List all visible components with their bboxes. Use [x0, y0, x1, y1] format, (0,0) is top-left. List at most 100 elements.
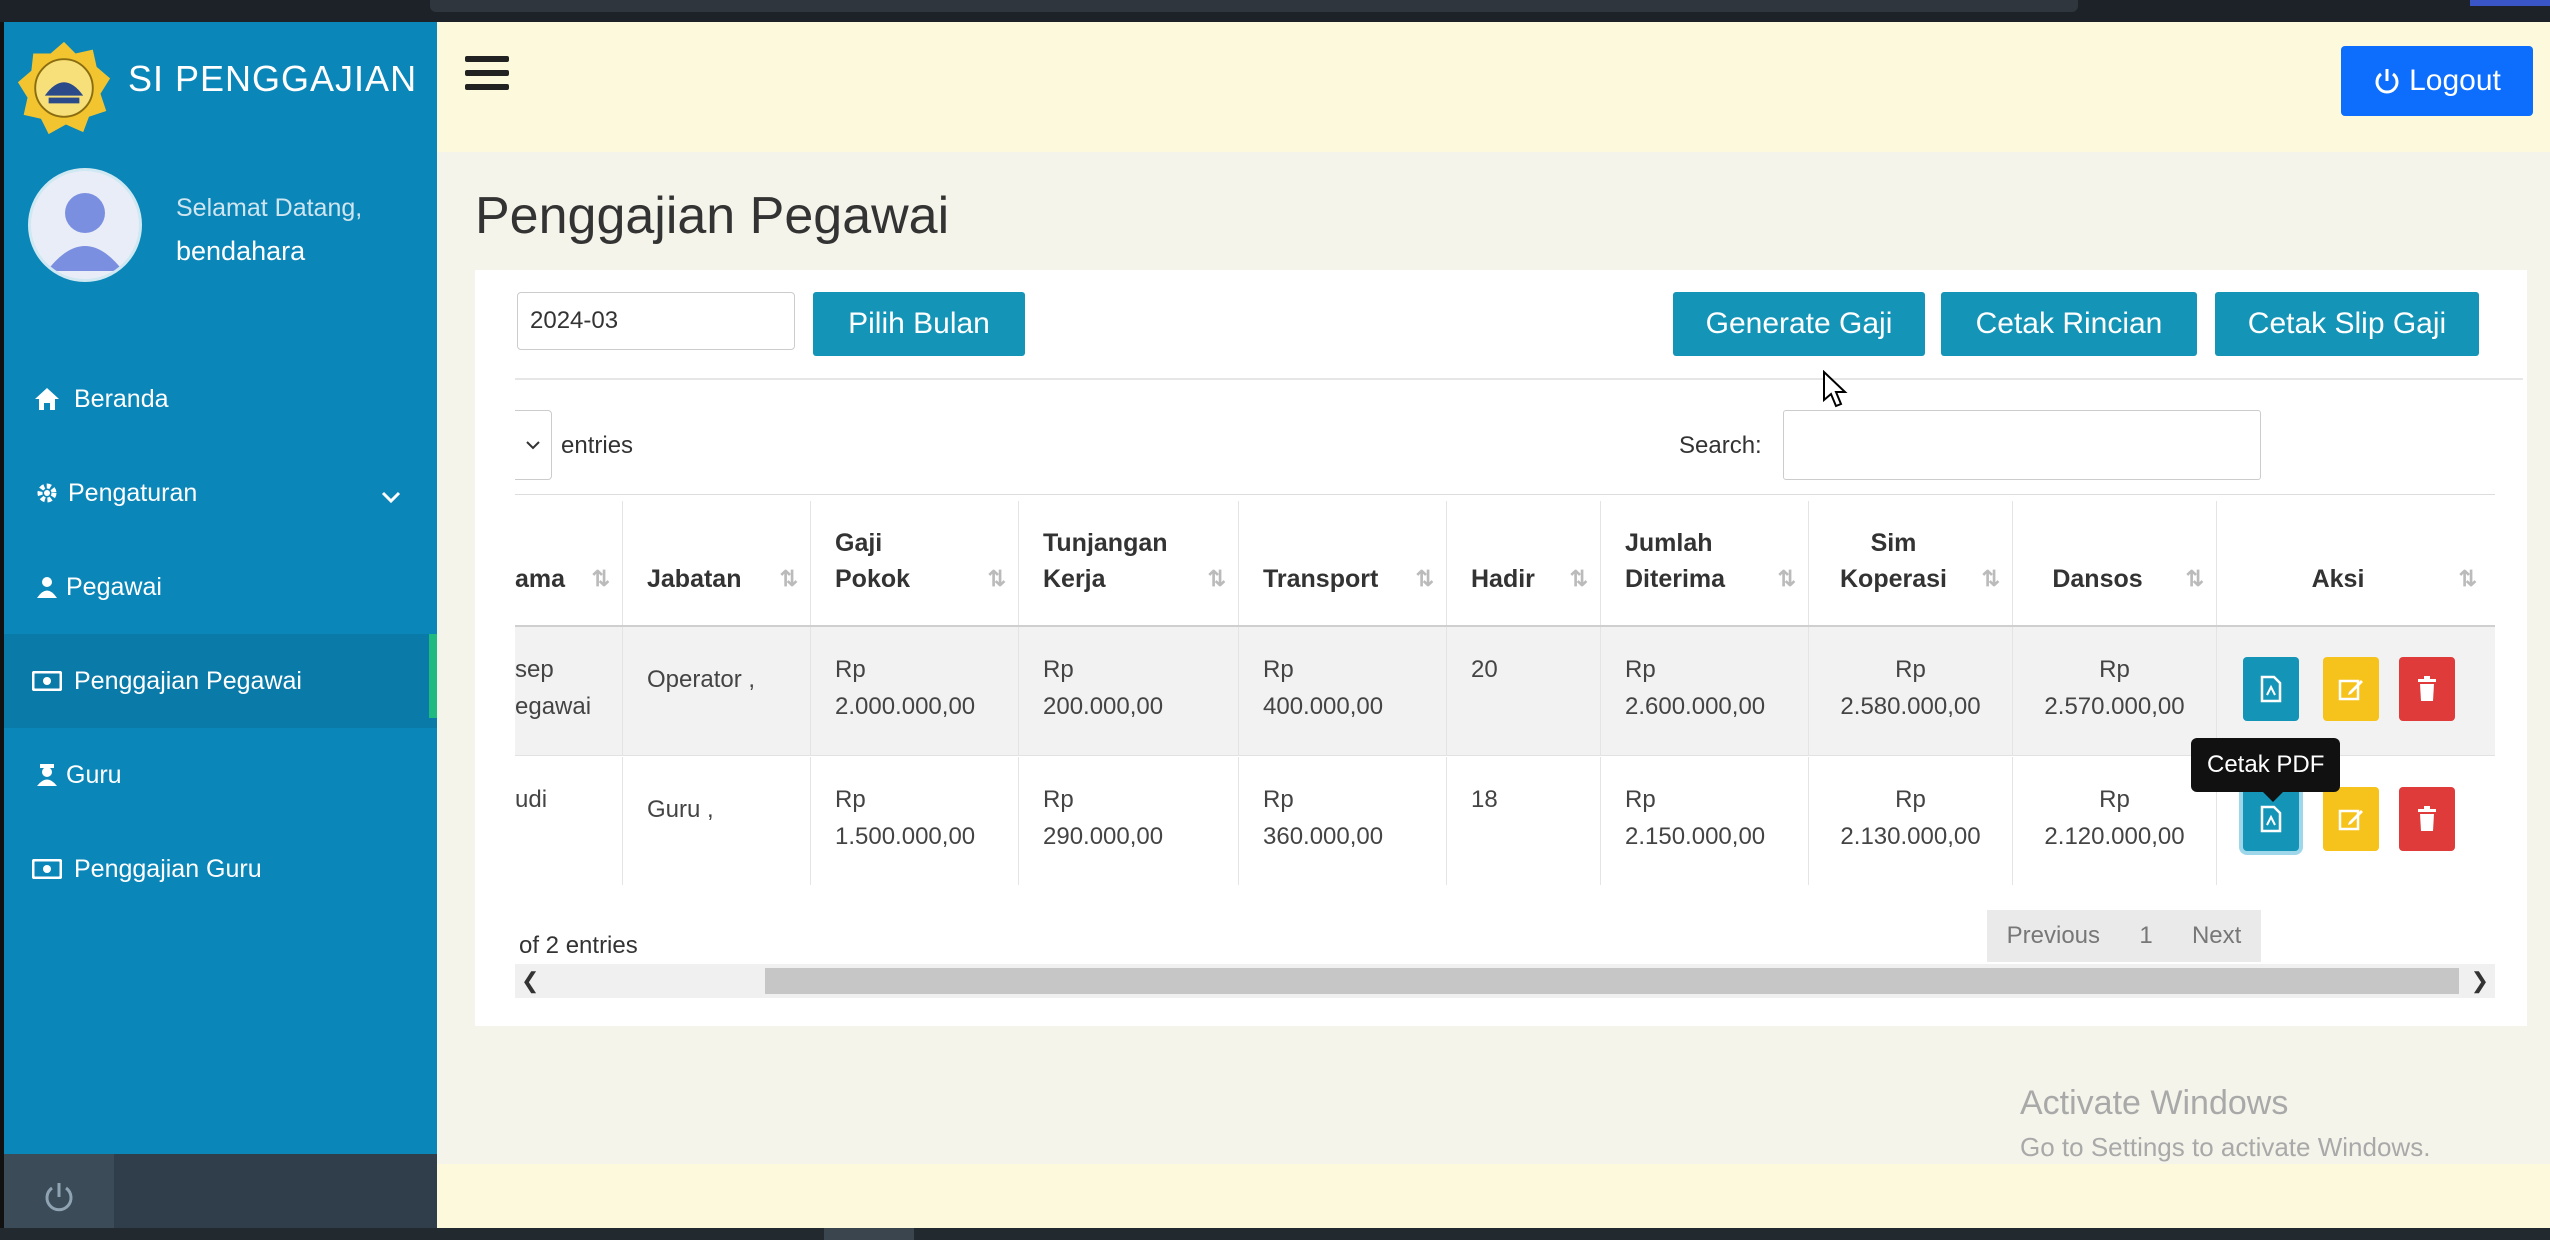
cell-tunjangan: Rp 200.000,00 [1019, 627, 1239, 755]
edit-button[interactable] [2323, 657, 2379, 721]
column-header-hadir[interactable]: Hadir ⇅ [1447, 501, 1601, 625]
cell-dansos: Rp 2.570.000,00 [2013, 627, 2217, 755]
cell-gaji-pokok: Rp 1.500.000,00 [811, 757, 1019, 885]
edit-icon [2338, 679, 2363, 701]
user-name: bendahara [176, 236, 306, 266]
entries-label: entries [561, 432, 634, 459]
sidebar-item-label: Penggajian Guru [74, 854, 262, 883]
sort-icon: ⇅ [1207, 566, 1226, 591]
home-icon [32, 384, 62, 414]
welcome-text: Selamat Datang, [176, 194, 363, 222]
column-header-aksi[interactable]: Aksi ⇅ [2217, 501, 2489, 625]
sort-icon: ⇅ [2185, 566, 2204, 591]
sort-icon: ⇅ [591, 566, 610, 591]
cell-jumlah: Rp 2.600.000,00 [1601, 627, 1809, 755]
scroll-left-icon[interactable]: ❮ [521, 968, 539, 994]
entries-select[interactable] [515, 410, 552, 480]
sidebar-item-pengaturan[interactable]: Pengaturan [4, 446, 437, 540]
sidebar-item-label: Beranda [74, 384, 169, 413]
column-header-jumlah-diterima[interactable]: Jumlah Diterima ⇅ [1601, 501, 1809, 625]
delete-button[interactable] [2399, 787, 2455, 851]
sidebar-item-label: Pegawai [66, 572, 162, 601]
cell-jumlah: Rp 2.150.000,00 [1601, 757, 1809, 885]
previous-button[interactable]: Previous [2007, 922, 2100, 950]
logout-label: Logout [2409, 64, 2501, 97]
teacher-icon [32, 760, 62, 790]
pagination: Previous 1 Next [1987, 910, 2261, 962]
money-icon [32, 854, 62, 884]
cell-dansos: Rp 2.120.000,00 [2013, 757, 2217, 885]
sidebar: SI PENGGAJIAN Selamat Datang, bendahara … [4, 22, 437, 1154]
payroll-card: Pilih Bulan Generate Gaji Cetak Rincian … [475, 270, 2527, 1026]
scrollbar-thumb[interactable] [765, 968, 2459, 994]
column-header-tunjangan-kerja[interactable]: Tunjangan Kerja ⇅ [1019, 501, 1239, 625]
page-title: Penggajian Pegawai [475, 187, 950, 245]
cell-koperasi: Rp 2.580.000,00 [1809, 627, 2013, 755]
sidebar-item-label: Pengaturan [68, 478, 198, 507]
avatar [28, 168, 142, 282]
cetak-slip-gaji-button[interactable]: Cetak Slip Gaji [2215, 292, 2479, 356]
cell-jabatan: Operator , [623, 627, 811, 755]
column-header-gaji-pokok[interactable]: Gaji Pokok ⇅ [811, 501, 1019, 625]
search-input[interactable] [1783, 410, 2261, 480]
cell-aksi [2217, 627, 2489, 755]
sidebar-item-beranda[interactable]: Beranda [4, 352, 437, 446]
column-header-nama[interactable]: ama ⇅ [515, 501, 623, 625]
sidebar-item-label: Penggajian Pegawai [74, 666, 302, 695]
sidebar-item-penggajian-pegawai[interactable]: Penggajian Pegawai [4, 634, 437, 728]
browser-top-strip [0, 0, 2550, 22]
pilih-bulan-button[interactable]: Pilih Bulan [813, 292, 1025, 356]
cell-nama: sep egawai [515, 627, 623, 755]
horizontal-scrollbar[interactable]: ❮ ❯ [515, 964, 2495, 998]
cell-koperasi: Rp 2.130.000,00 [1809, 757, 2013, 885]
chevron-down-icon [526, 441, 540, 450]
sort-icon: ⇅ [1981, 566, 2000, 591]
money-icon [32, 666, 62, 696]
cell-transport: Rp 400.000,00 [1239, 627, 1447, 755]
sort-icon: ⇅ [987, 566, 1006, 591]
mouse-cursor-icon [1823, 370, 1848, 408]
cell-gaji-pokok: Rp 2.000.000,00 [811, 627, 1019, 755]
delete-button[interactable] [2399, 657, 2455, 721]
edit-button[interactable] [2323, 787, 2379, 851]
user-panel: Selamat Datang, bendahara [4, 162, 437, 282]
pdf-file-icon [2260, 675, 2282, 703]
scroll-right-icon[interactable]: ❯ [2471, 968, 2489, 994]
sidebar-item-pegawai[interactable]: Pegawai [4, 540, 437, 634]
cell-nama: udi [515, 757, 623, 885]
column-header-transport[interactable]: Transport ⇅ [1239, 501, 1447, 625]
sidebar-item-penggajian-guru[interactable]: Penggajian Guru [4, 822, 437, 916]
sidebar-item-guru[interactable]: Guru [4, 728, 437, 822]
sort-icon: ⇅ [1777, 566, 1796, 591]
hamburger-menu-icon[interactable] [465, 56, 509, 96]
next-button[interactable]: Next [2192, 922, 2241, 950]
table-header-row: ama ⇅ Jabatan ⇅ Gaji Pokok ⇅ Tunjangan Kerja ⇅… [515, 501, 2495, 627]
cell-tunjangan: Rp 290.000,00 [1019, 757, 1239, 885]
tooltip: Cetak PDF [2191, 738, 2341, 802]
column-header-sim-koperasi[interactable]: Sim Koperasi ⇅ [1809, 501, 2013, 625]
generate-gaji-button[interactable]: Generate Gaji [1673, 292, 1925, 356]
sort-icon: ⇅ [779, 566, 798, 591]
cell-jabatan: Guru , [623, 757, 811, 885]
brand[interactable]: SI PENGGAJIAN [4, 22, 437, 140]
activate-windows-title: Activate Windows [2020, 1084, 2289, 1122]
activate-windows-subtitle: Go to Settings to activate Windows. [2020, 1132, 2431, 1162]
table-row: sep egawai Operator , Rp 2.000.000,00 Rp 20… [515, 627, 2495, 756]
sort-icon: ⇅ [2458, 566, 2477, 591]
cell-transport: Rp 360.000,00 [1239, 757, 1447, 885]
month-input[interactable] [517, 292, 795, 350]
column-header-dansos[interactable]: Dansos ⇅ [2013, 501, 2217, 625]
sidebar-item-label: Guru [66, 760, 122, 789]
logout-button[interactable]: Logout [2341, 46, 2533, 116]
logo-icon [17, 41, 111, 135]
cell-hadir: 20 [1447, 627, 1601, 755]
search-label: Search: [1679, 432, 1762, 459]
page-1-button[interactable]: 1 [2139, 922, 2152, 950]
pdf-file-icon [2260, 805, 2282, 833]
salary-table: ama ⇅ Jabatan ⇅ Gaji Pokok ⇅ Tunjangan Kerja ⇅… [515, 494, 2495, 885]
cetak-rincian-button[interactable]: Cetak Rincian [1941, 292, 2197, 356]
trash-icon [2418, 806, 2436, 831]
user-avatar-icon [47, 193, 123, 271]
column-header-jabatan[interactable]: Jabatan ⇅ [623, 501, 811, 625]
cetak-pdf-button[interactable] [2243, 657, 2299, 721]
